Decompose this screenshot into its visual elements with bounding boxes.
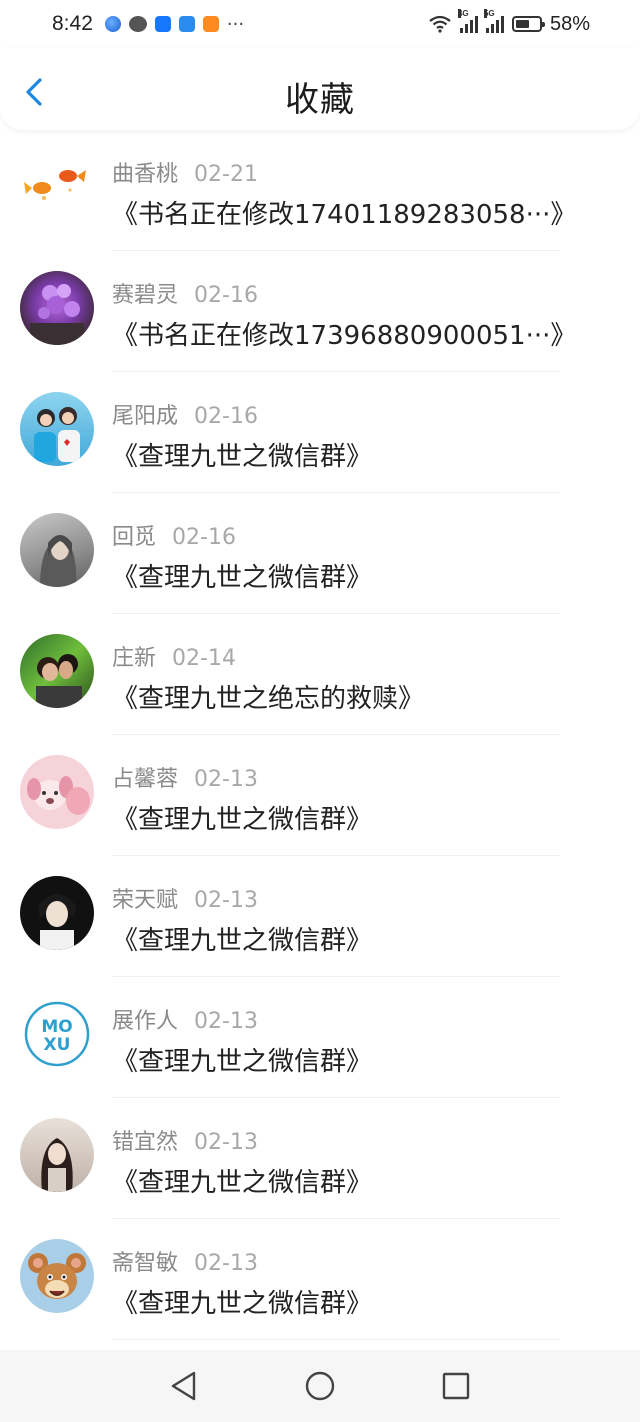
item-book-title: 《查理九世之微信群》 bbox=[112, 1047, 373, 1077]
navigation-app-icon bbox=[154, 16, 171, 32]
signal-5g-icon: 5G bbox=[483, 9, 504, 33]
browser-icon bbox=[104, 16, 121, 32]
avatar bbox=[20, 271, 94, 345]
nav-back-button[interactable] bbox=[166, 1368, 202, 1404]
item-user-name: 展作人 bbox=[112, 1009, 179, 1034]
nav-recents-button[interactable] bbox=[438, 1368, 474, 1404]
favorites-list: 曲香桃 02-21 《书名正在修改17401189283058···》 赛碧灵 02… bbox=[0, 130, 640, 1340]
page-title: 收藏 bbox=[285, 80, 355, 120]
goldfish-avatar-image bbox=[24, 170, 86, 200]
video-app-icon bbox=[202, 16, 219, 32]
woman-portrait-avatar-image bbox=[41, 1138, 73, 1192]
item-date: 02-13 bbox=[194, 767, 258, 792]
item-book-title: 《查理九世之微信群》 bbox=[112, 805, 373, 835]
weather-app-icon bbox=[178, 16, 195, 32]
system-nav-bar bbox=[0, 1350, 640, 1422]
item-book-title: 《书名正在修改17401189283058···》 bbox=[112, 200, 577, 230]
item-book-title: 《查理九世之微信群》 bbox=[112, 1289, 373, 1319]
avatar: MO XU bbox=[20, 997, 94, 1071]
avatar bbox=[20, 150, 94, 224]
jerry-mouse-avatar-image bbox=[28, 1253, 86, 1299]
square-recents-icon bbox=[442, 1372, 470, 1400]
status-right: 4G 5G 58% bbox=[428, 9, 590, 36]
avatar bbox=[20, 1118, 94, 1192]
list-item[interactable]: 曲香桃 02-21 《书名正在修改17401189283058···》 bbox=[0, 130, 640, 251]
status-bar: 8:42 ··· 4G 5G 58% bbox=[0, 0, 640, 48]
item-user-name: 赛碧灵 bbox=[112, 283, 179, 308]
list-item[interactable]: 赛碧灵 02-16 《书名正在修改17396880900051···》 bbox=[0, 251, 640, 372]
top-app-bar: 收藏 bbox=[0, 48, 640, 130]
item-book-title: 《查理九世之微信群》 bbox=[112, 926, 373, 956]
status-left: 8:42 ··· bbox=[52, 12, 244, 36]
triangle-back-icon bbox=[171, 1371, 196, 1401]
item-book-title: 《查理九世之微信群》 bbox=[112, 442, 373, 472]
item-date: 02-16 bbox=[194, 404, 258, 429]
item-book-title: 《书名正在修改17396880900051···》 bbox=[112, 321, 577, 351]
item-book-title: 《查理九世之微信群》 bbox=[112, 563, 373, 593]
item-date: 02-13 bbox=[194, 1009, 258, 1034]
item-date: 02-16 bbox=[172, 525, 236, 550]
battery-icon bbox=[511, 16, 545, 32]
svg-text:XU: XU bbox=[44, 1035, 71, 1055]
moxu-logo-avatar-image: MO XU bbox=[24, 1001, 90, 1067]
list-item[interactable]: 荣天赋 02-13 《查理九世之微信群》 bbox=[0, 856, 640, 977]
item-user-name: 占馨蓉 bbox=[112, 767, 179, 792]
item-date: 02-16 bbox=[194, 283, 258, 308]
battery-percent: 58% bbox=[549, 12, 590, 35]
item-user-name: 斋智敏 bbox=[112, 1251, 179, 1276]
avatar bbox=[20, 392, 94, 466]
list-item[interactable]: 庄新 02-14 《查理九世之绝忘的救赎》 bbox=[0, 614, 640, 735]
item-user-name: 尾阳成 bbox=[112, 404, 179, 429]
list-item[interactable]: 尾阳成 02-16 《查理九世之微信群》 bbox=[0, 372, 640, 493]
list-item[interactable]: 占馨蓉 02-13 《查理九世之微信群》 bbox=[0, 735, 640, 856]
item-date: 02-13 bbox=[194, 888, 258, 913]
wechat-icon bbox=[128, 16, 147, 32]
item-book-title: 《查理九世之微信群》 bbox=[112, 1168, 373, 1198]
list-item[interactable]: 错宜然 02-13 《查理九世之微信群》 bbox=[0, 1098, 640, 1219]
more-notifications-icon: ··· bbox=[226, 13, 245, 35]
item-user-name: 荣天赋 bbox=[112, 888, 179, 913]
item-date: 02-13 bbox=[194, 1130, 258, 1155]
item-date: 02-21 bbox=[194, 162, 258, 187]
item-user-name: 回觅 bbox=[112, 525, 157, 550]
list-item[interactable]: 回觅 02-16 《查理九世之微信群》 bbox=[0, 493, 640, 614]
boy-portrait-avatar-image bbox=[38, 894, 76, 950]
girl-portrait-avatar-image bbox=[40, 535, 77, 587]
divider bbox=[112, 1339, 560, 1340]
item-user-name: 曲香桃 bbox=[112, 162, 179, 187]
item-date: 02-14 bbox=[172, 646, 236, 671]
couple-photo-avatar-image bbox=[34, 407, 80, 462]
nav-home-button[interactable] bbox=[302, 1368, 338, 1404]
signal-4g-icon: 4G bbox=[457, 9, 478, 33]
svg-text:MO: MO bbox=[41, 1017, 72, 1037]
wifi-icon bbox=[429, 15, 451, 33]
avatar bbox=[20, 876, 94, 950]
list-item[interactable]: 斋智敏 02-13 《查理九世之微信群》 bbox=[0, 1219, 640, 1340]
avatar bbox=[20, 513, 94, 587]
item-user-name: 庄新 bbox=[112, 646, 157, 671]
item-user-name: 错宜然 bbox=[112, 1130, 179, 1155]
pink-puppy-avatar-image bbox=[27, 776, 90, 815]
avatar bbox=[20, 755, 94, 829]
status-time: 8:42 bbox=[52, 12, 93, 35]
list-item[interactable]: MO XU 展作人 02-13 《查理九世之微信群》 bbox=[0, 977, 640, 1098]
avatar bbox=[20, 1239, 94, 1313]
couple-kiss-avatar-image bbox=[36, 654, 82, 708]
purple-balloons-avatar-image bbox=[30, 284, 84, 345]
item-date: 02-13 bbox=[194, 1251, 258, 1276]
avatar bbox=[20, 634, 94, 708]
circle-home-icon bbox=[305, 1371, 335, 1401]
item-book-title: 《查理九世之绝忘的救赎》 bbox=[112, 684, 425, 714]
